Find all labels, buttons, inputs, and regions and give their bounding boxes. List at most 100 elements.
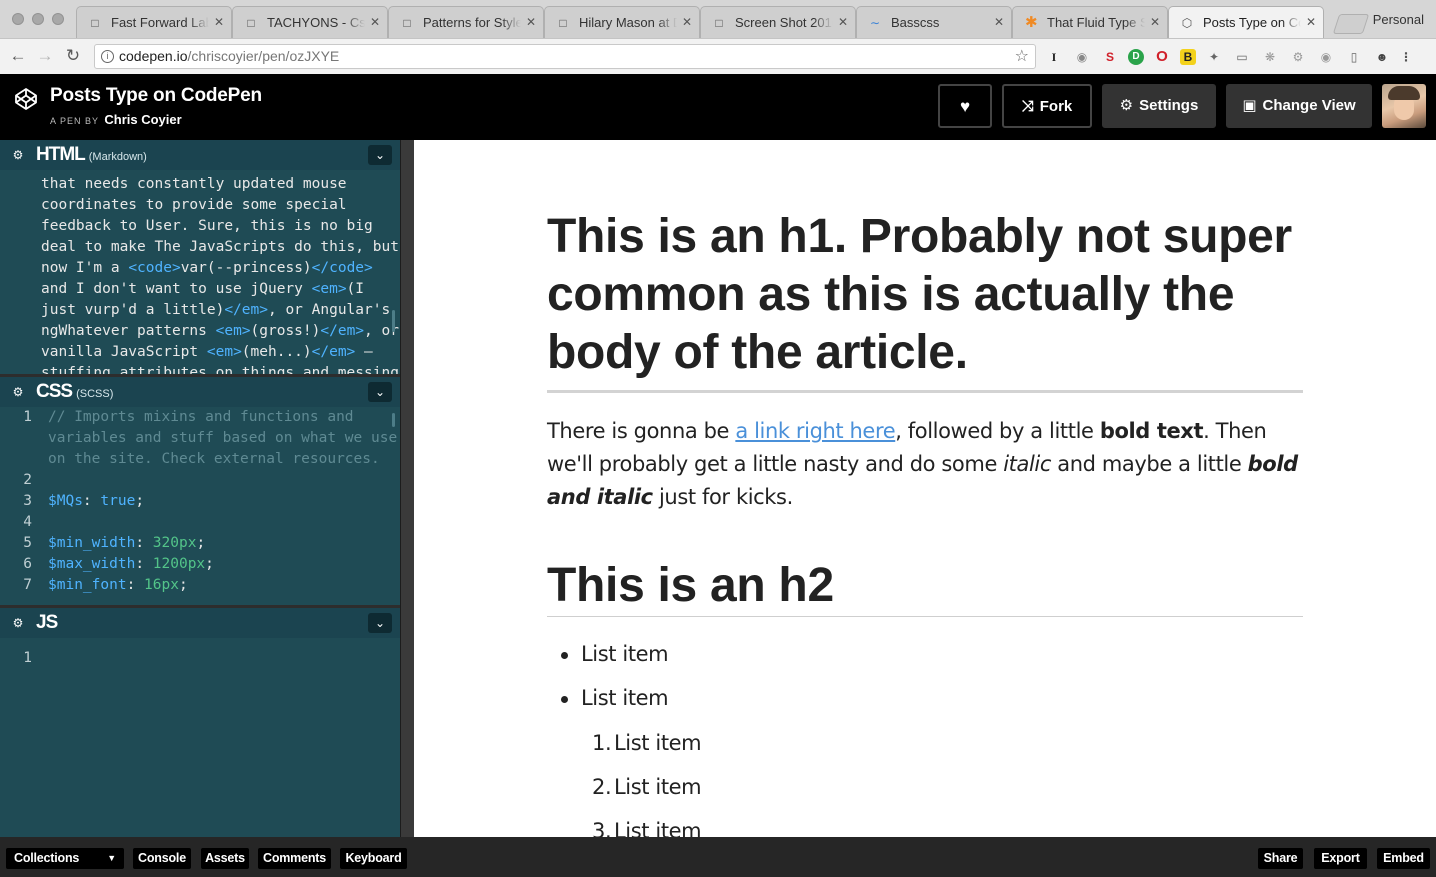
close-window-button[interactable] bbox=[12, 13, 24, 25]
minimize-window-button[interactable] bbox=[32, 13, 44, 25]
html-settings-gear-icon[interactable]: ⚙ bbox=[11, 148, 25, 162]
zoom-window-button[interactable] bbox=[52, 13, 64, 25]
code-text: vanilla JavaScript bbox=[41, 344, 207, 360]
paragraph-text: There is gonna be bbox=[547, 419, 736, 443]
article: This is an h1. Probably not super common… bbox=[547, 208, 1303, 837]
page-icon: □ bbox=[559, 16, 567, 30]
pin-icon[interactable]: ✦ bbox=[1204, 48, 1224, 66]
camera-icon[interactable]: ◉ bbox=[1072, 48, 1092, 66]
page-icon: □ bbox=[715, 16, 723, 30]
tab-title: Screen Shot 2016 bbox=[735, 15, 833, 30]
code-tag: <em> bbox=[215, 323, 251, 339]
reload-icon[interactable]: ↻ bbox=[62, 45, 84, 67]
export-button[interactable]: Export bbox=[1314, 848, 1367, 869]
tab-title: Fast Forward Labs bbox=[111, 15, 209, 30]
menu-dots-icon[interactable]: ⋮ bbox=[1400, 48, 1412, 66]
profile-name[interactable]: Personal bbox=[1373, 12, 1424, 27]
css-scrollbar[interactable] bbox=[392, 413, 395, 427]
js-panel-chevron-down-icon[interactable]: ⌄ bbox=[368, 613, 392, 633]
extensions-bar: I ◉ S D O B ✦ ▭ ❋ ⚙ ◉ ▯ ☻ ⋮ bbox=[1044, 47, 1418, 67]
fork-button[interactable]: ⤨ Fork bbox=[1002, 84, 1092, 128]
new-tab-button[interactable] bbox=[1332, 14, 1370, 34]
opera-icon[interactable]: O bbox=[1152, 48, 1172, 66]
tab-list: □ Fast Forward Labs ✕ □ TACHYONS - Css ✕… bbox=[76, 6, 1324, 38]
instapaper-icon[interactable]: I bbox=[1044, 48, 1064, 66]
heart-icon: ♥ bbox=[959, 97, 971, 116]
address-bar[interactable]: i codepen.io/chriscoyier/pen/ozJXYE ☆ bbox=[94, 44, 1036, 69]
line-number: 6 bbox=[23, 556, 32, 572]
html-panel-header-overlay: ⚙ HTML (Markdown) ⌄ bbox=[0, 140, 400, 170]
list-number: 2. bbox=[592, 775, 612, 799]
browser-tab[interactable]: □ Patterns for Style ✕ bbox=[388, 6, 544, 38]
bug-icon[interactable]: ◉ bbox=[1316, 48, 1336, 66]
settings-button[interactable]: ⚙ Settings bbox=[1102, 84, 1216, 128]
list-item-text: List item bbox=[581, 686, 669, 710]
page-icon: □ bbox=[247, 16, 255, 30]
js-panel-header: ⚙ JS ⌄ bbox=[0, 608, 400, 638]
code-line: deal to make The JavaScripts do this, bu… bbox=[41, 239, 399, 255]
change-view-button[interactable]: ▣ Change View bbox=[1226, 84, 1372, 128]
share-button[interactable]: Share bbox=[1258, 848, 1303, 869]
browser-tab[interactable]: ✱ That Fluid Type St ✕ bbox=[1012, 6, 1168, 38]
close-tab-icon[interactable]: ✕ bbox=[370, 7, 380, 38]
close-tab-icon[interactable]: ✕ bbox=[682, 7, 692, 38]
browser-tab[interactable]: □ Hilary Mason at Da ✕ bbox=[544, 6, 700, 38]
reader-icon[interactable]: ▯ bbox=[1344, 48, 1364, 66]
article-h2: This is an h2 bbox=[547, 558, 1303, 617]
puzzle-icon[interactable]: ❋ bbox=[1260, 48, 1280, 66]
code-line: $min_font: 16px; bbox=[48, 577, 188, 593]
browser-tab[interactable]: □ Fast Forward Labs ✕ bbox=[76, 6, 232, 38]
collections-button[interactable]: Collections ▼ bbox=[6, 848, 124, 869]
info-icon[interactable]: i bbox=[101, 50, 114, 63]
browser-tab[interactable]: □ TACHYONS - Css ✕ bbox=[232, 6, 388, 38]
close-tab-icon[interactable]: ✕ bbox=[214, 7, 224, 38]
editor-resize-gutter[interactable] bbox=[400, 140, 414, 837]
browser-tab-active[interactable]: ⬡ Posts Type on Co ✕ bbox=[1168, 6, 1324, 38]
html-panel-title: HTML(Markdown) bbox=[36, 144, 147, 166]
close-tab-icon[interactable]: ✕ bbox=[1306, 7, 1316, 38]
line-number: 4 bbox=[23, 514, 32, 530]
assets-button[interactable]: Assets bbox=[201, 848, 249, 869]
code-line: now I'm a <code>var(--princess)</code> bbox=[41, 258, 373, 279]
close-tab-icon[interactable]: ✕ bbox=[994, 7, 1004, 38]
by-label: A PEN BY bbox=[50, 116, 99, 126]
unordered-list: List item List item 1. List item 2. List i… bbox=[547, 641, 1303, 837]
codepen-header: Posts Type on CodePen A PEN BY Chris Coy… bbox=[0, 74, 1436, 140]
heart-button[interactable]: ♥ bbox=[938, 84, 992, 128]
tab-title: Basscss bbox=[891, 15, 940, 30]
close-tab-icon[interactable]: ✕ bbox=[1150, 7, 1160, 38]
s-extension-icon[interactable]: S bbox=[1100, 48, 1120, 66]
embed-button[interactable]: Embed bbox=[1377, 848, 1430, 869]
code-text: now I'm a bbox=[41, 260, 129, 276]
paragraph-text: and maybe a little bbox=[1051, 452, 1248, 476]
js-settings-gear-icon[interactable]: ⚙ bbox=[11, 616, 25, 630]
fork-label: Fork bbox=[1039, 98, 1073, 115]
css-panel-chevron-down-icon[interactable]: ⌄ bbox=[368, 382, 392, 402]
codepen-logo-icon[interactable] bbox=[14, 87, 38, 111]
console-button[interactable]: Console bbox=[133, 848, 191, 869]
d-extension-icon[interactable]: D bbox=[1128, 49, 1144, 65]
close-tab-icon[interactable]: ✕ bbox=[838, 7, 848, 38]
forward-arrow-icon[interactable]: → bbox=[34, 45, 56, 67]
user-avatar[interactable] bbox=[1382, 84, 1426, 128]
html-panel-chevron-down-icon[interactable]: ⌄ bbox=[368, 145, 392, 165]
article-link[interactable]: a link right here bbox=[735, 419, 895, 443]
close-tab-icon[interactable]: ✕ bbox=[526, 7, 536, 38]
user-extension-icon[interactable]: ☻ bbox=[1372, 48, 1392, 66]
css-title-text: CSS bbox=[36, 381, 73, 402]
comments-button[interactable]: Comments bbox=[258, 848, 331, 869]
code-text: just vurp'd a little) bbox=[41, 302, 225, 318]
browser-tab[interactable]: □ Screen Shot 2016 ✕ bbox=[700, 6, 856, 38]
cast-icon[interactable]: ▭ bbox=[1232, 48, 1252, 66]
b-extension-icon[interactable]: B bbox=[1180, 49, 1196, 65]
tab-title: Posts Type on Co bbox=[1203, 15, 1301, 30]
html-scrollbar[interactable] bbox=[392, 310, 395, 332]
bookmark-star-icon[interactable]: ☆ bbox=[1015, 45, 1029, 68]
pen-title[interactable]: Posts Type on CodePen bbox=[50, 85, 262, 107]
back-arrow-icon[interactable]: ← bbox=[7, 45, 29, 67]
css-settings-gear-icon[interactable]: ⚙ bbox=[11, 385, 25, 399]
author-link[interactable]: Chris Coyier bbox=[104, 112, 181, 127]
keyboard-button[interactable]: Keyboard bbox=[340, 848, 407, 869]
settings-extension-icon[interactable]: ⚙ bbox=[1288, 48, 1308, 66]
browser-tab[interactable]: ∼ Basscss ✕ bbox=[856, 6, 1012, 38]
